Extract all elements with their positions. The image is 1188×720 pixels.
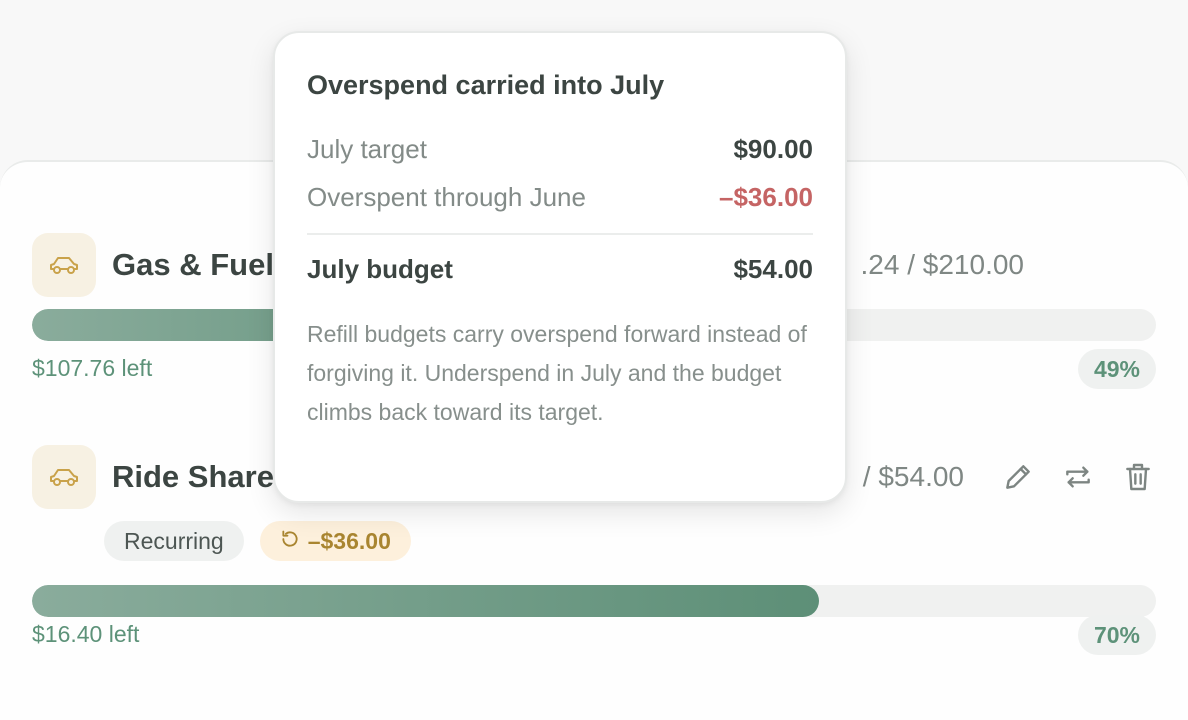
rollover-icon [280, 528, 300, 555]
remaining-amount: $16.40 left [32, 621, 140, 647]
popover-title: Overspend carried into July [307, 70, 665, 100]
percent-badge: 70% [1077, 615, 1156, 655]
car-icon [32, 233, 96, 297]
progress-bar-fill [32, 585, 819, 617]
recurring-tag: Recurring [104, 521, 244, 561]
popover-note: Refill budgets carry overspend forward i… [307, 321, 807, 425]
overspent-line: Overspent through June –$36.00 [307, 181, 813, 213]
category-name: Gas & Fuel [112, 247, 274, 282]
rollover-amount: –$36.00 [307, 527, 391, 554]
line-label: July target [307, 134, 427, 164]
line-value: $90.00 [733, 134, 813, 164]
tag-group: Recurring –$36.00 [104, 521, 411, 561]
line-value: $54.00 [733, 254, 813, 284]
divider [307, 233, 813, 235]
edit-icon[interactable] [1000, 459, 1036, 495]
category-name: Ride Share [112, 459, 274, 494]
repeat-icon[interactable] [1060, 459, 1096, 495]
car-icon [32, 445, 96, 509]
trash-icon[interactable] [1120, 459, 1156, 495]
spent-of-budget: / $54.00 [862, 461, 964, 492]
percent-badge: 49% [1077, 349, 1156, 389]
spent-of-budget: .24 / $210.00 [860, 249, 1024, 280]
remaining-amount: $107.76 left [32, 355, 153, 381]
row-actions [1000, 459, 1156, 495]
line-value: –$36.00 [719, 182, 813, 212]
progress-bar [32, 585, 1156, 617]
july-budget-line: July budget $54.00 [307, 253, 813, 285]
rollover-tag[interactable]: –$36.00 [259, 521, 411, 561]
july-target-line: July target $90.00 [307, 133, 813, 165]
overspend-popover: Overspend carried into July July target … [273, 31, 847, 503]
line-label: Overspent through June [307, 182, 586, 212]
line-label: July budget [307, 254, 453, 284]
